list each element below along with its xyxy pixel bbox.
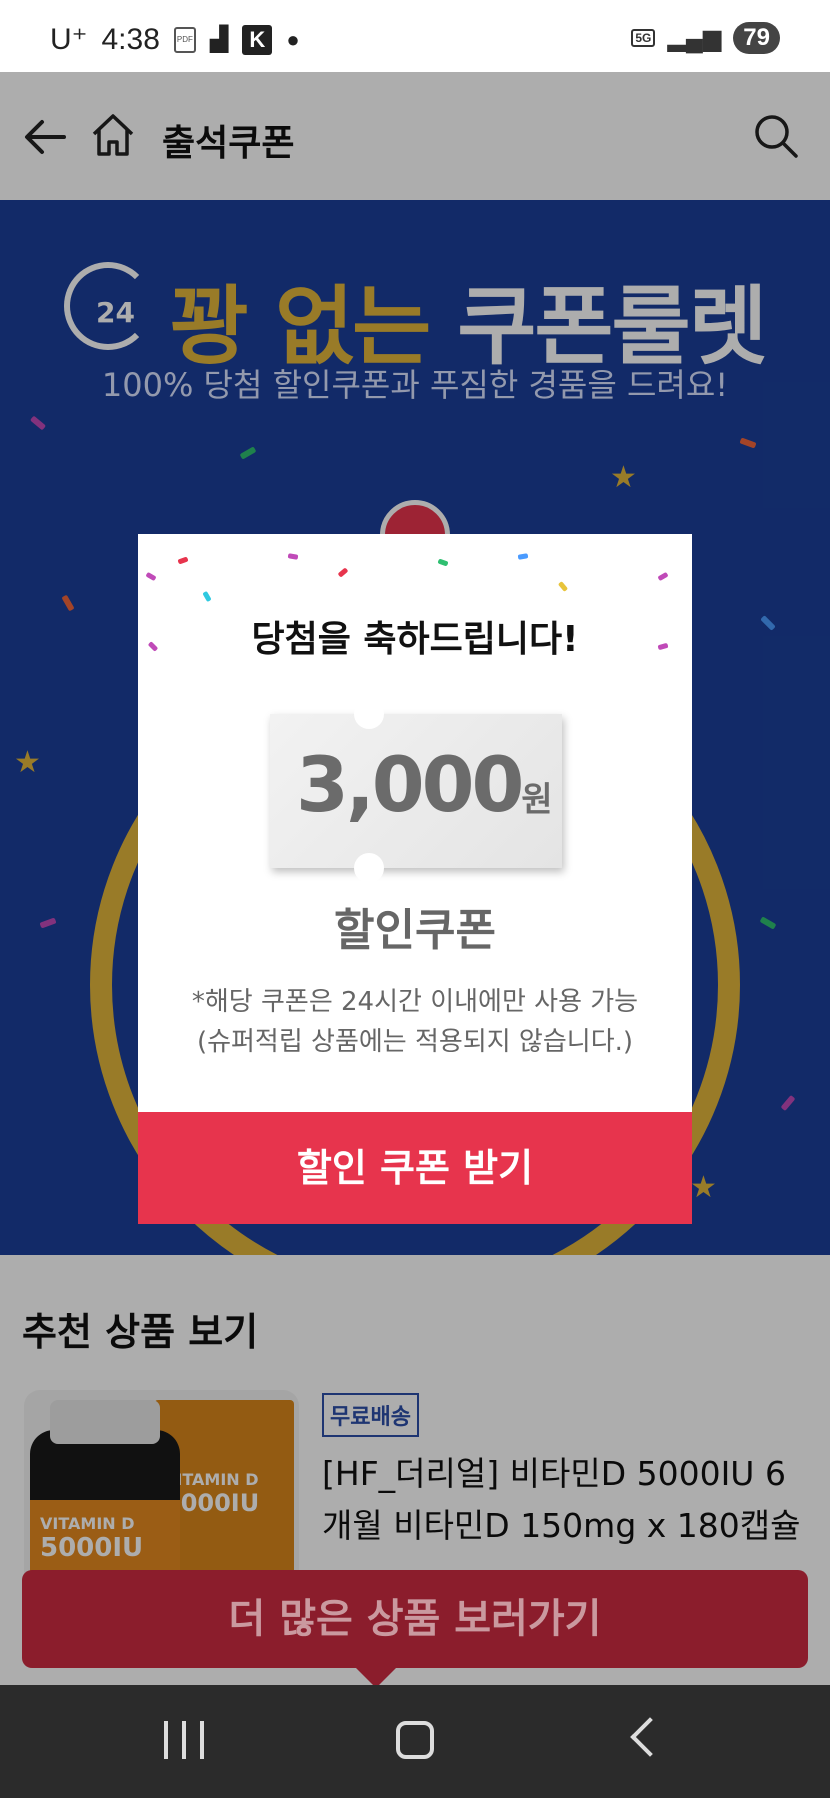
coupon-amount-value: 3,000: [296, 740, 524, 829]
pdf-notification-icon: PDF: [173, 26, 196, 53]
coupon-currency: 원: [521, 780, 553, 820]
modal-title: 당첨을 축하드립니다!: [251, 619, 579, 660]
confetti: [177, 556, 189, 565]
battery-level: 79: [733, 22, 780, 54]
win-coupon-modal: 당첨을 축하드립니다! 3,000원 할인쿠폰 *해당 쿠폰은 24시간 이내에…: [138, 534, 692, 1224]
system-nav-bar: [0, 1685, 830, 1798]
more-notifications-dot-icon: ●: [286, 26, 300, 52]
confetti: [517, 553, 529, 560]
recent-apps-icon[interactable]: [164, 1721, 204, 1759]
confetti: [437, 558, 449, 567]
receive-coupon-button[interactable]: 할인 쿠폰 받기: [138, 1112, 692, 1224]
confetti: [337, 567, 349, 578]
coupon-ticket: 3,000원: [270, 699, 562, 883]
status-bar: U⁺ 4:38 PDF ▟ K ● 5G ▂▄▆ 79: [0, 0, 830, 72]
confetti: [202, 590, 212, 603]
ticket-notch-bottom: [354, 853, 384, 883]
coupon-note-line2: (슈퍼적립 상품에는 적용되지 않습니다.): [196, 1027, 634, 1057]
more-products-button[interactable]: 더 많은 상품 보러가기: [22, 1570, 808, 1668]
coupon-note: *해당 쿠폰은 24시간 이내에만 사용 가능 (슈퍼적립 상품에는 적용되지 …: [138, 982, 692, 1062]
stairs-notification-icon: ▟: [209, 26, 229, 53]
status-left: U⁺ 4:38 PDF ▟ K ●: [50, 22, 300, 57]
back-nav-icon[interactable]: [630, 1717, 670, 1757]
k-app-notification-icon: K: [242, 24, 273, 55]
confetti: [145, 571, 157, 582]
coupon-label: 할인쿠폰: [334, 905, 496, 956]
confetti: [657, 571, 669, 582]
signal-icon: ▂▄▆: [667, 24, 722, 52]
network-type-icon: 5G: [631, 29, 656, 47]
confetti: [557, 581, 569, 592]
status-right: 5G ▂▄▆ 79: [631, 22, 780, 54]
coupon-amount: 3,000원: [296, 740, 553, 829]
clock-time: 4:38: [101, 22, 160, 56]
confetti: [287, 553, 299, 560]
ticket-notch-top: [354, 699, 384, 729]
home-nav-icon[interactable]: [396, 1721, 434, 1759]
carrier-label: U⁺: [50, 23, 88, 56]
coupon-note-line1: *해당 쿠폰은 24시간 이내에만 사용 가능: [191, 987, 639, 1017]
